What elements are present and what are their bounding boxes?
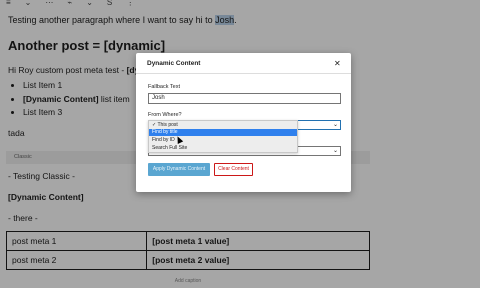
from-where-dropdown: ✓ This post Find by title Find by ID Sea…: [148, 120, 298, 153]
close-icon[interactable]: ✕: [334, 59, 341, 68]
clear-content-button[interactable]: Clear Content: [214, 163, 253, 176]
dropdown-option-this-post[interactable]: ✓ This post: [149, 122, 297, 129]
chevron-down-icon: ⌄: [332, 122, 338, 128]
from-where-label: From Where?: [148, 112, 182, 118]
chevron-down-icon: ⌄: [332, 148, 338, 154]
dropdown-option-find-by-id[interactable]: Find by ID: [149, 137, 297, 144]
dropdown-option-search-full-site[interactable]: Search Full Site: [149, 145, 297, 152]
fallback-input[interactable]: Josh: [148, 93, 341, 104]
apply-dynamic-content-button[interactable]: Apply Dynamic Content: [148, 163, 210, 176]
modal-title: Dynamic Content: [147, 60, 201, 67]
dropdown-option-find-by-title[interactable]: Find by title: [149, 129, 297, 136]
modal-divider: [136, 73, 351, 74]
fallback-label: Fallback Text: [148, 84, 180, 90]
